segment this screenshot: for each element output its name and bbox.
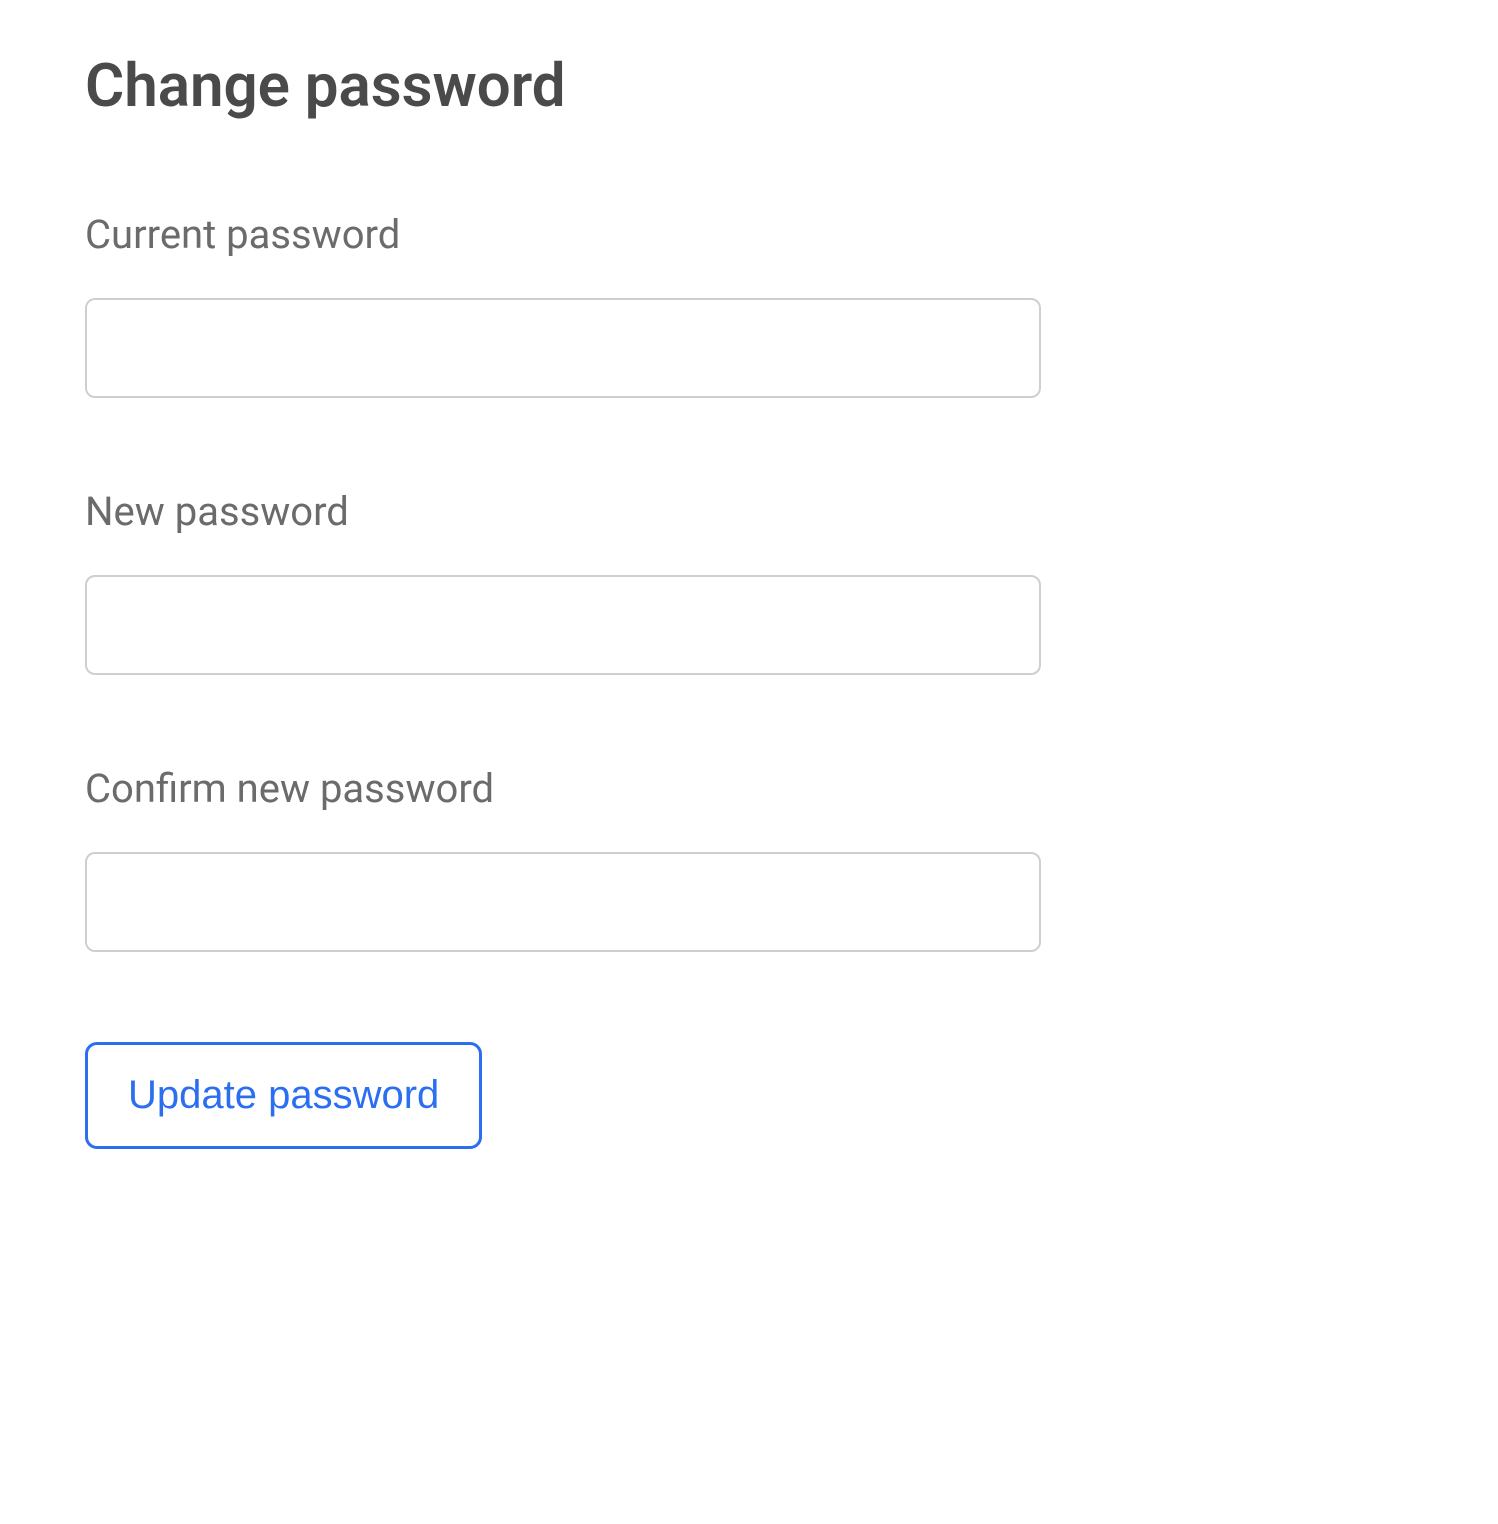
confirm-password-input[interactable] <box>85 852 1041 952</box>
confirm-password-group: Confirm new password <box>85 765 1413 952</box>
current-password-label: Current password <box>85 211 1413 258</box>
new-password-label: New password <box>85 488 1413 535</box>
current-password-input[interactable] <box>85 298 1041 398</box>
current-password-group: Current password <box>85 211 1413 398</box>
page-title: Change password <box>85 50 1413 121</box>
confirm-password-label: Confirm new password <box>85 765 1413 812</box>
update-password-button[interactable]: Update password <box>85 1042 482 1149</box>
change-password-form: Change password Current password New pas… <box>85 50 1413 1149</box>
new-password-input[interactable] <box>85 575 1041 675</box>
new-password-group: New password <box>85 488 1413 675</box>
